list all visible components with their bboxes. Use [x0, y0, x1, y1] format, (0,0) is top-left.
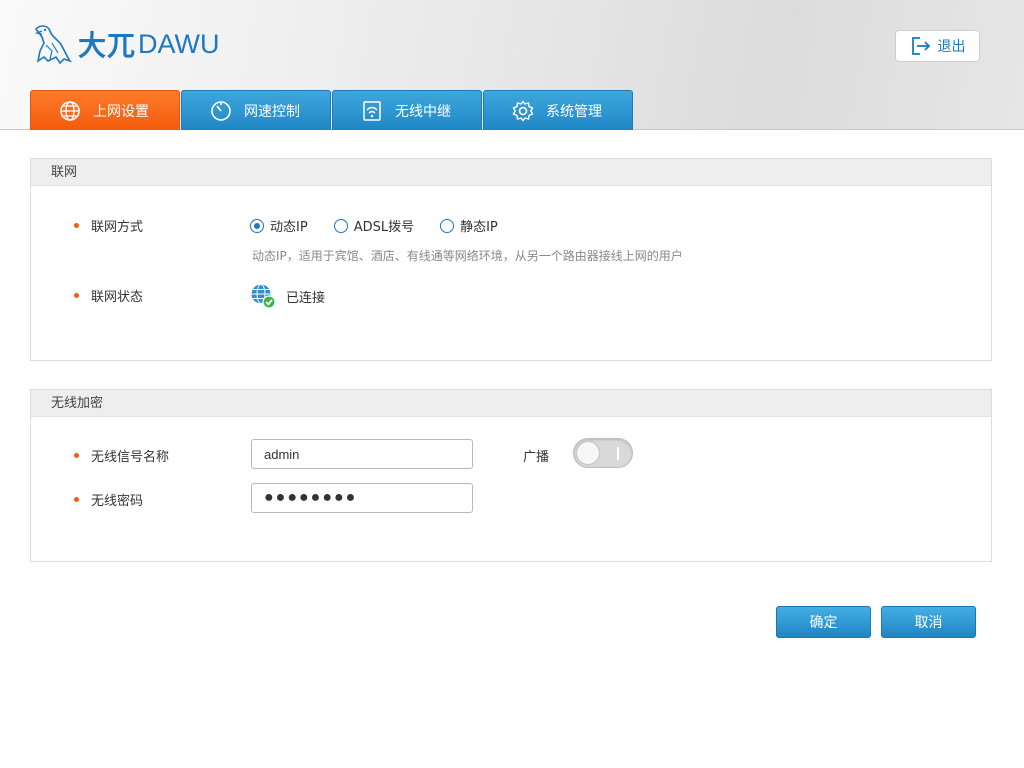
- bullet-icon: [74, 497, 79, 502]
- header: 大兀 DAWU 退出 上网设置 网速控制 无线中继 系统管理: [0, 0, 1024, 130]
- tab-speed-control[interactable]: 网速控制: [181, 90, 331, 130]
- network-panel-title: 联网: [31, 159, 991, 186]
- tab-label: 网速控制: [244, 103, 300, 120]
- ssid-input[interactable]: [251, 439, 473, 469]
- radio-label: 动态IP: [270, 220, 308, 235]
- bullet-icon: [74, 293, 79, 298]
- radio-unchecked-icon: [333, 218, 348, 233]
- radio-label: 静态IP: [460, 220, 498, 235]
- network-mode-label: 联网方式: [91, 220, 144, 235]
- ssid-row: 无线信号名称: [74, 446, 169, 465]
- cancel-button[interactable]: 取消: [881, 606, 976, 638]
- password-row: 无线密码: [74, 490, 143, 509]
- main-tabs: 上网设置 网速控制 无线中继 系统管理: [30, 90, 634, 130]
- logout-icon: [911, 37, 930, 55]
- radio-dynamic-ip[interactable]: 动态IP: [250, 216, 308, 235]
- wireless-panel: 无线加密: [30, 389, 992, 562]
- broadcast-label: 广播: [523, 450, 550, 465]
- logo-cn-text: 大兀: [78, 29, 137, 62]
- network-mode-options: 动态IP ADSL拨号 静态IP: [250, 216, 524, 235]
- tab-label: 系统管理: [546, 103, 602, 120]
- logo-en-text: DAWU: [138, 28, 220, 59]
- network-status-value: 已连接: [286, 290, 326, 306]
- password-input[interactable]: [251, 483, 473, 513]
- eagle-logo-icon: [34, 25, 72, 65]
- toggle-on-mark-icon: [617, 447, 619, 460]
- radio-unchecked-icon: [440, 218, 455, 233]
- tab-system-management[interactable]: 系统管理: [483, 90, 633, 130]
- tab-label: 上网设置: [93, 103, 149, 120]
- globe-connected-icon: [251, 284, 276, 309]
- speedometer-icon: [211, 100, 231, 121]
- radio-label: ADSL拨号: [353, 220, 415, 235]
- radio-adsl[interactable]: ADSL拨号: [333, 216, 415, 235]
- network-mode-description: 动态IP，适用于宾馆、酒店、有线通等网络环境，从另一个路由器接线上网的用户: [252, 249, 683, 263]
- password-label: 无线密码: [91, 494, 144, 509]
- radio-checked-icon: [250, 218, 264, 233]
- bullet-icon: [74, 223, 79, 228]
- globe-icon: [60, 100, 80, 121]
- radio-static-ip[interactable]: 静态IP: [440, 216, 498, 235]
- network-mode-row: 联网方式: [74, 216, 143, 235]
- wifi-relay-icon: [363, 100, 381, 121]
- ssid-label: 无线信号名称: [91, 450, 170, 465]
- logout-button[interactable]: 退出: [895, 30, 980, 62]
- logout-label: 退出: [937, 39, 966, 55]
- tab-wireless-relay[interactable]: 无线中继: [332, 90, 482, 130]
- wireless-panel-title: 无线加密: [31, 390, 991, 417]
- logo: 大兀 DAWU: [30, 20, 220, 68]
- tab-label: 无线中继: [395, 103, 451, 120]
- confirm-button[interactable]: 确定: [776, 606, 871, 638]
- network-status: 已连接: [250, 283, 325, 309]
- network-status-row: 联网状态: [74, 286, 143, 305]
- toggle-knob: [576, 441, 600, 465]
- bullet-icon: [74, 453, 79, 458]
- tab-internet-settings[interactable]: 上网设置: [30, 90, 180, 130]
- broadcast-toggle[interactable]: [573, 438, 633, 468]
- gear-icon: [512, 99, 534, 122]
- network-status-label: 联网状态: [91, 290, 144, 305]
